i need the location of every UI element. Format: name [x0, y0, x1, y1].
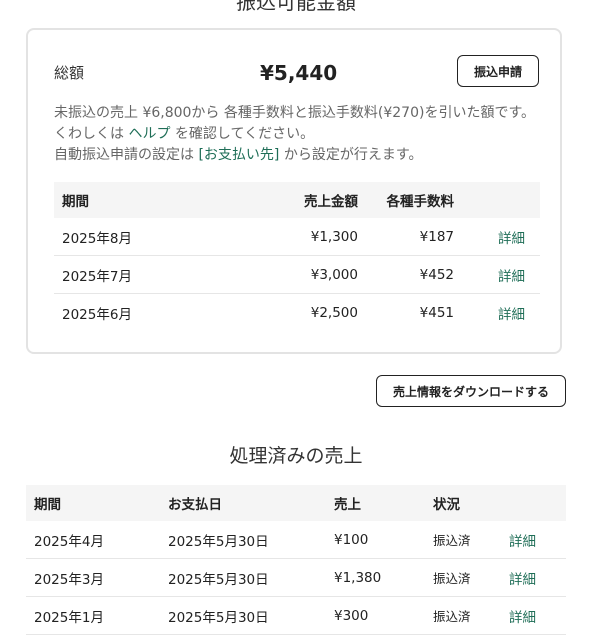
table-row: 2025年7月 ¥3,000 ¥452 詳細 [54, 255, 540, 294]
cell-period: 2025年1月 [26, 596, 160, 635]
status-badge: 振込済 [425, 558, 501, 597]
column-header-pay-date: お支払日 [160, 485, 326, 521]
detail-link[interactable]: 詳細 [498, 307, 525, 323]
desc-text-3: 自動振込申請の設定は [54, 147, 199, 163]
column-header-status: 状況 [425, 485, 501, 521]
column-header-detail [501, 485, 566, 521]
cell-pay-date: 2025年5月30日 [160, 558, 326, 597]
table-row: 2025年1月 2025年5月30日 ¥300 振込済 詳細 [26, 596, 566, 635]
total-amount: ¥5,440 [260, 61, 338, 85]
help-link[interactable]: ヘルプ [128, 126, 170, 142]
detail-link[interactable]: 詳細 [509, 572, 536, 588]
table-row: 2025年8月 ¥1,300 ¥187 詳細 [54, 218, 540, 256]
column-header-sales: 売上 [326, 485, 425, 521]
cell-period: 2025年8月 [54, 218, 260, 256]
detail-link[interactable]: 詳細 [509, 534, 536, 550]
desc-text-4: から設定が行えます。 [279, 147, 423, 163]
cell-pay-date: 2025年5月30日 [160, 521, 326, 559]
transferable-amount-card: 総額 ¥5,440 振込申請 未振込の売上 ¥6,800から 各種手数料と振込手… [26, 28, 562, 354]
table-row: 2025年3月 2025年5月30日 ¥1,380 振込済 詳細 [26, 558, 566, 597]
cell-sales: ¥100 [326, 521, 425, 559]
pending-sales-table: 期間 売上金額 各種手数料 2025年8月 ¥1,300 ¥187 詳細 202… [54, 182, 540, 331]
description-text: 未振込の売上 ¥6,800から 各種手数料と振込手数料(¥270)を引いた額です… [54, 103, 540, 166]
transfer-request-button[interactable]: 振込申請 [457, 55, 539, 87]
column-header-detail [462, 182, 540, 218]
processed-sales-title: 処理済みの売上 [229, 445, 363, 467]
cell-sales: ¥300 [326, 596, 425, 635]
column-header-period: 期間 [54, 182, 260, 218]
detail-link[interactable]: 詳細 [498, 269, 525, 285]
cell-fees: ¥452 [366, 255, 462, 294]
download-sales-button[interactable]: 売上情報をダウンロードする [376, 375, 566, 407]
table-row: 2025年4月 2025年5月30日 ¥100 振込済 詳細 [26, 521, 566, 559]
status-badge: 振込済 [425, 596, 501, 635]
table-header-row: 期間 売上金額 各種手数料 [54, 182, 540, 218]
total-label: 総額 [54, 64, 85, 82]
cell-pay-date: 2025年5月30日 [160, 596, 326, 635]
status-badge: 振込済 [425, 521, 501, 559]
table-row: 2025年6月 ¥2,500 ¥451 詳細 [54, 294, 540, 332]
detail-link[interactable]: 詳細 [509, 610, 536, 626]
cell-sales: ¥2,500 [310, 304, 358, 321]
section-title-transferable-amount: 振込可能金額 [236, 0, 356, 14]
detail-link[interactable]: 詳細 [498, 231, 525, 247]
cell-fees: ¥451 [419, 304, 454, 321]
table-header-row: 期間 お支払日 売上 状況 [26, 485, 566, 521]
processed-sales-table: 期間 お支払日 売上 状況 2025年4月 2025年5月30日 ¥100 振込… [26, 485, 566, 635]
cell-sales: ¥1,300 [260, 218, 366, 256]
column-header-sales: 売上金額 [260, 182, 366, 218]
cell-fees: ¥187 [366, 218, 462, 256]
column-header-period: 期間 [26, 485, 160, 521]
cell-period: 2025年6月 [62, 306, 132, 323]
payee-settings-link[interactable]: [お支払い先] [198, 147, 279, 163]
cell-period: 2025年4月 [26, 521, 160, 559]
cell-sales: ¥1,380 [326, 558, 425, 597]
column-header-fees: 各種手数料 [366, 182, 462, 218]
cell-period: 2025年3月 [26, 558, 160, 597]
desc-text-2: を確認してください。 [170, 126, 315, 142]
cell-sales: ¥3,000 [260, 255, 366, 294]
cell-period: 2025年7月 [54, 255, 260, 294]
